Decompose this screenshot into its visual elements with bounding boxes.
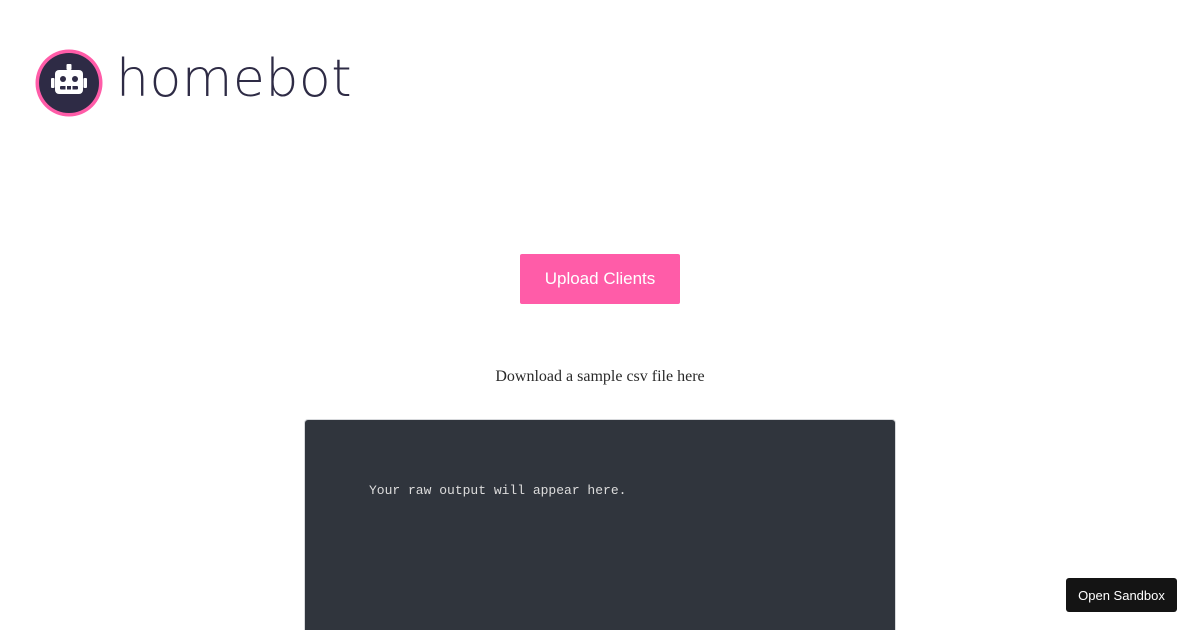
robot-icon (34, 48, 104, 118)
page: homebot Upload Clients Download a sample… (0, 0, 1200, 630)
upload-clients-button[interactable]: Upload Clients (520, 254, 680, 304)
download-sample-csv-link[interactable]: Download a sample csv file here (0, 368, 1200, 386)
raw-output-placeholder: Your raw output will appear here. (369, 483, 627, 498)
brand-header: homebot (34, 48, 352, 118)
open-sandbox-button[interactable]: Open Sandbox (1066, 578, 1177, 612)
raw-output-panel: Your raw output will appear here. (305, 420, 895, 630)
brand-name: homebot (116, 49, 353, 109)
